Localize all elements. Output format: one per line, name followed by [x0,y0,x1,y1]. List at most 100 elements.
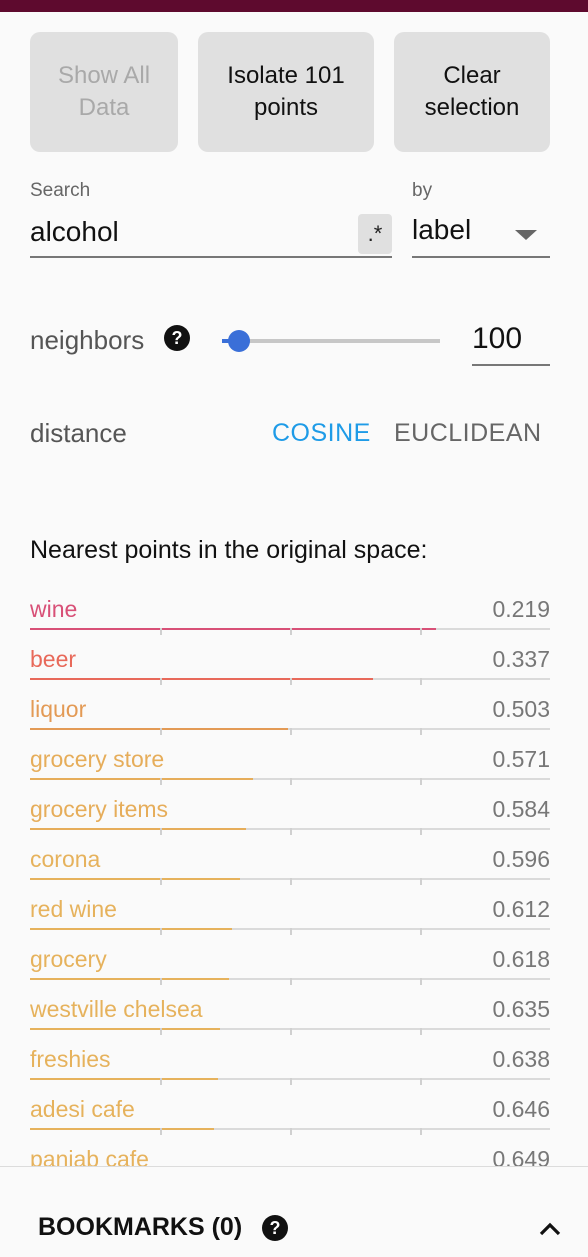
clear-selection-button[interactable]: Clear selection [394,32,550,152]
neighbor-label[interactable]: liquor [30,696,86,723]
neighbor-bar-tick [420,728,422,735]
neighbors-input-underline [472,364,550,366]
neighbor-bar-tick [160,678,162,685]
neighbor-distance-value: 0.219 [492,596,550,622]
neighbor-row[interactable]: freshies 0.638 [30,1040,550,1090]
dropdown-arrow-icon[interactable] [515,230,537,240]
neighbor-bar-tick [290,778,292,785]
neighbor-row[interactable]: grocery store 0.571 [30,740,550,790]
neighbor-bar-tick [420,978,422,985]
neighbor-label[interactable]: grocery [30,946,107,973]
neighbor-row[interactable]: corona 0.596 [30,840,550,890]
neighbor-bar-tick [420,1128,422,1135]
neighbor-label[interactable]: corona [30,846,100,873]
neighbor-similarity-bar [30,628,436,630]
neighbor-label[interactable]: adesi cafe [30,1096,135,1123]
neighbor-row[interactable]: wine 0.219 [30,590,550,640]
neighbor-bar-tick [160,978,162,985]
neighbor-distance-value: 0.635 [492,996,550,1022]
neighbor-bar-tick [290,628,292,635]
neighbor-bar-tick [290,828,292,835]
search-input[interactable]: alcohol [30,216,119,248]
neighbor-bar-tick [160,778,162,785]
neighbor-bar-tick [290,1128,292,1135]
neighbor-bar-tick [160,828,162,835]
neighbor-distance-value: 0.571 [492,746,550,772]
neighbor-label[interactable]: grocery items [30,796,168,823]
neighbor-distance-value: 0.584 [492,796,550,822]
neighbor-similarity-bar [30,928,232,930]
neighbors-label: neighbors [30,325,145,355]
neighbor-similarity-bar [30,1078,219,1080]
by-label: by [412,180,433,201]
question-icon[interactable]: ? [262,1215,288,1241]
neighbor-bar-tick [290,878,292,885]
neighbors-slider-track[interactable] [222,339,440,343]
search-by-select[interactable]: label [412,214,471,246]
neighbor-distance-value: 0.503 [492,696,550,722]
neighbor-bar-tick [160,878,162,885]
neighbor-similarity-bar [30,1028,220,1030]
nearest-points-heading: Nearest points in the original space: [30,536,428,564]
neighbor-label[interactable]: beer [30,646,76,673]
neighbor-bar-tick [160,1078,162,1085]
neighbor-bar-tick [420,678,422,685]
neighbor-bar-tick [290,1028,292,1035]
neighbor-bar-tick [290,978,292,985]
neighbor-distance-value: 0.638 [492,1046,550,1072]
neighbor-bar-tick [420,628,422,635]
question-icon[interactable]: ? [164,325,190,351]
neighbor-label[interactable]: freshies [30,1046,111,1073]
top-color-bar [0,0,588,12]
neighbor-row[interactable]: westville chelsea 0.635 [30,990,550,1040]
search-underline [30,256,392,258]
neighbor-similarity-bar [30,828,247,830]
neighbor-distance-value: 0.596 [492,846,550,872]
neighbor-row[interactable]: adesi cafe 0.646 [30,1090,550,1140]
distance-label: distance [30,418,127,448]
neighbor-bar-tick [160,628,162,635]
neighbors-count-input[interactable]: 100 [472,322,550,356]
isolate-points-button[interactable]: Isolate 101 points [198,32,374,152]
neighbor-similarity-bar [30,978,229,980]
neighbor-bar-tick [290,728,292,735]
neighbor-row[interactable]: liquor 0.503 [30,690,550,740]
distance-euclidean-option[interactable]: EUCLIDEAN [394,419,542,448]
neighbor-bar-tick [290,678,292,685]
regex-toggle-button[interactable]: .* [358,214,392,254]
neighbor-similarity-bar [30,778,254,780]
neighbor-distance-value: 0.646 [492,1096,550,1122]
by-select-underline [412,256,550,258]
neighbor-bar-tick [290,928,292,935]
show-all-data-button[interactable]: Show All Data [30,32,178,152]
neighbor-bar-tick [420,928,422,935]
search-label: Search [30,180,91,201]
neighbor-row[interactable]: grocery items 0.584 [30,790,550,840]
neighbor-distance-value: 0.337 [492,646,550,672]
neighbor-row[interactable]: grocery 0.618 [30,940,550,990]
chevron-up-icon[interactable] [538,1217,562,1241]
neighbor-similarity-bar [30,1128,215,1130]
neighbor-similarity-bar [30,878,241,880]
neighbor-similarity-bar [30,678,374,680]
neighbor-bar-tick [160,928,162,935]
neighbor-bar-tick [160,728,162,735]
bookmarks-title[interactable]: BOOKMARKS (0) [38,1213,242,1242]
neighbors-slider-handle[interactable] [228,330,250,352]
neighbor-distance-value: 0.612 [492,896,550,922]
nearest-points-list: wine 0.219 beer 0.337 liquor 0.503 grocery sto… [30,590,550,1190]
neighbor-bar-tick [160,1028,162,1035]
neighbor-bar-tick [420,1078,422,1085]
neighbor-row[interactable]: red wine 0.612 [30,890,550,940]
neighbor-bar-tick [420,1028,422,1035]
neighbor-label[interactable]: grocery store [30,746,164,773]
bookmarks-panel: BOOKMARKS (0) ? [0,1166,588,1257]
neighbor-bar-tick [420,778,422,785]
neighbor-label[interactable]: red wine [30,896,117,923]
distance-cosine-option[interactable]: COSINE [272,419,371,448]
neighbor-bar-tick [290,1078,292,1085]
neighbor-row[interactable]: beer 0.337 [30,640,550,690]
neighbor-label[interactable]: wine [30,596,77,623]
neighbor-label[interactable]: westville chelsea [30,996,203,1023]
neighbor-bar-tick [160,1128,162,1135]
